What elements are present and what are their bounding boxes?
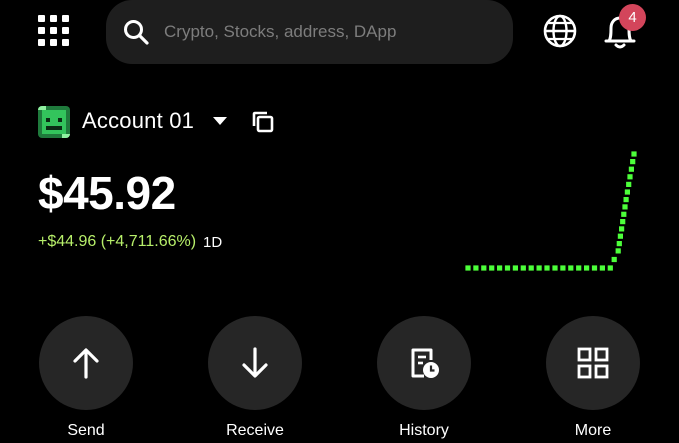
arrow-up-icon — [73, 348, 99, 379]
history-button[interactable] — [377, 316, 471, 410]
send-label: Send — [67, 422, 105, 439]
sparkline-dot — [607, 265, 613, 271]
chevron-down-icon[interactable] — [212, 115, 228, 127]
sparkline-dot — [560, 265, 566, 271]
search-bar[interactable] — [106, 0, 513, 64]
sparkline-dot — [621, 211, 627, 217]
sparkline-dot — [611, 256, 617, 263]
sparkline-dot — [628, 166, 634, 172]
history-label: History — [399, 422, 449, 439]
sparkline-dot — [617, 233, 623, 239]
menu-grid-button[interactable] — [36, 13, 72, 49]
sparkline-dot — [576, 265, 582, 271]
search-input[interactable] — [162, 21, 486, 43]
sparkline-dot — [552, 265, 558, 271]
sparkline-dot — [622, 204, 628, 210]
period-label: 1D — [203, 233, 223, 251]
notification-badge: 4 — [619, 4, 646, 31]
sparkline-dot — [512, 265, 518, 271]
sparkline-dot — [473, 265, 479, 271]
more-label: More — [574, 422, 612, 439]
balance-change: +$44.96 (+4,711.66%) — [38, 233, 197, 250]
history-icon — [411, 348, 439, 378]
sparkline-dot — [465, 265, 471, 271]
sparkline-dot — [619, 226, 625, 232]
sparkline-dot — [520, 265, 526, 271]
account-avatar[interactable] — [38, 106, 70, 138]
receive-label: Receive — [226, 422, 284, 439]
sparkline-dot — [616, 241, 622, 247]
receive-button[interactable] — [208, 316, 302, 410]
sparkline-dot — [536, 265, 542, 271]
sparkline-dot — [626, 181, 632, 187]
sparkline-dot — [568, 265, 574, 271]
sparkline-dot — [528, 265, 534, 271]
sparkline-dot — [584, 265, 590, 271]
more-grid-icon — [577, 347, 609, 379]
sparkline-dot — [627, 174, 633, 180]
copy-icon[interactable] — [251, 110, 275, 134]
sparkline-dot — [544, 265, 550, 271]
sparkline-dot — [623, 197, 629, 203]
sparkline-dot — [599, 265, 605, 271]
sparkline-dot — [497, 265, 503, 271]
sparkline-dot — [615, 248, 621, 254]
sparkline-dot — [620, 219, 626, 225]
globe-icon[interactable] — [542, 13, 578, 49]
sparkline-dot — [631, 151, 637, 157]
balance-sparkline-chart — [465, 151, 637, 271]
search-icon — [124, 20, 149, 45]
sparkline-dot — [489, 265, 495, 271]
account-name[interactable]: Account 01 — [82, 108, 194, 134]
sparkline-dot — [630, 159, 636, 165]
sparkline-dot — [624, 189, 630, 195]
send-button[interactable] — [39, 316, 133, 410]
sparkline-dot — [504, 265, 511, 271]
more-button[interactable] — [546, 316, 640, 410]
arrow-down-icon — [242, 347, 268, 378]
portfolio-balance: $45.92 — [38, 167, 176, 219]
sparkline-dot — [481, 265, 487, 271]
sparkline-dot — [591, 265, 598, 271]
balance-change-row: +$44.96 (+4,711.66%) 1D — [38, 233, 222, 251]
